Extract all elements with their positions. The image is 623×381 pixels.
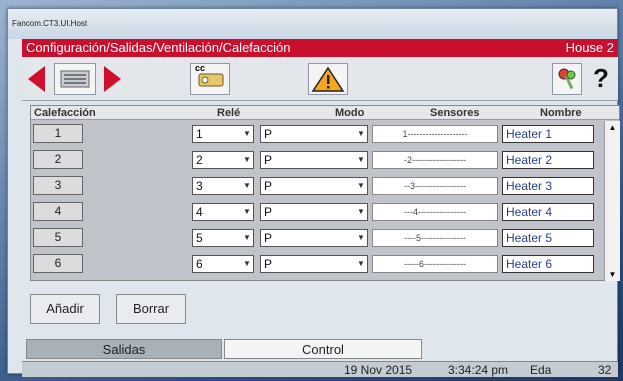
sensores-field[interactable]: 1-------------------- xyxy=(372,125,498,143)
table-row: 4 4 ▼ P ▼ ---4---------------- Heater 4 xyxy=(32,200,601,222)
chevron-down-icon: ▼ xyxy=(243,259,251,268)
col-calefaccion: Calefacción xyxy=(34,107,96,119)
heater-number-button[interactable]: 6 xyxy=(33,254,83,273)
nombre-field[interactable]: Heater 1 xyxy=(502,125,594,143)
scroll-down-icon[interactable]: ▼ xyxy=(605,270,620,279)
rele-select[interactable]: 2 ▼ xyxy=(192,151,254,169)
nombre-field[interactable]: Heater 2 xyxy=(502,151,594,169)
list-icon xyxy=(60,70,90,88)
rele-value: 6 xyxy=(196,257,203,271)
cc-button[interactable]: cc xyxy=(190,63,230,95)
chevron-down-icon: ▼ xyxy=(243,155,251,164)
modo-select[interactable]: P ▼ xyxy=(260,229,368,247)
modo-value: P xyxy=(264,127,273,141)
chevron-down-icon: ▼ xyxy=(243,181,251,190)
next-arrow-icon[interactable] xyxy=(100,65,124,93)
modo-select[interactable]: P ▼ xyxy=(260,255,368,273)
heater-table: Calefacción Relé Modo Sensores Nombre 1 … xyxy=(30,105,620,281)
status-date: 19 Nov 2015 xyxy=(344,363,413,377)
scroll-up-icon[interactable]: ▲ xyxy=(605,123,620,132)
alarm-button[interactable] xyxy=(308,63,348,95)
vertical-scrollbar[interactable]: ▲ ▼ xyxy=(604,121,620,281)
modo-select[interactable]: P ▼ xyxy=(260,177,368,195)
nombre-field[interactable]: Heater 4 xyxy=(502,203,594,221)
chevron-down-icon: ▼ xyxy=(243,207,251,216)
table-row: 1 1 ▼ P ▼ 1-------------------- Heater 1 xyxy=(32,122,601,144)
help-icon[interactable]: ? xyxy=(588,63,614,95)
tab-salidas[interactable]: Salidas xyxy=(26,339,222,359)
window-title: Fancom.CT3.UI.Host xyxy=(8,9,617,39)
list-view-button[interactable] xyxy=(54,63,96,95)
chevron-down-icon: ▼ xyxy=(357,129,365,138)
sensores-field[interactable]: -----6-------------- xyxy=(372,255,498,273)
status-bar: 19 Nov 2015 3:34:24 pm Eda 32 xyxy=(22,361,618,377)
col-modo: Modo xyxy=(335,107,365,119)
modo-value: P xyxy=(264,205,273,219)
heater-number-button[interactable]: 1 xyxy=(33,124,83,143)
table-row: 3 3 ▼ P ▼ --3----------------- Heater 3 xyxy=(32,174,601,196)
status-user: Eda xyxy=(530,363,552,377)
sensores-field[interactable]: ----5--------------- xyxy=(372,229,498,247)
table-row: 5 5 ▼ P ▼ ----5--------------- Heater 5 xyxy=(32,226,601,248)
toolbar: cc ? xyxy=(22,57,618,101)
modo-value: P xyxy=(264,231,273,245)
warning-icon xyxy=(311,66,345,92)
chevron-down-icon: ▼ xyxy=(357,181,365,190)
heater-number-button[interactable]: 5 xyxy=(33,228,83,247)
add-button[interactable]: Añadir xyxy=(30,294,100,324)
rele-value: 3 xyxy=(196,179,203,193)
status-number: 32 xyxy=(598,363,612,377)
tab-control[interactable]: Control xyxy=(224,339,422,359)
sensores-field[interactable]: ---4---------------- xyxy=(372,203,498,221)
col-sensores: Sensores xyxy=(430,107,480,119)
page-title: Configuración/Salidas/Ventilación/Calefa… xyxy=(26,40,291,55)
rele-select[interactable]: 6 ▼ xyxy=(192,255,254,273)
heater-number-button[interactable]: 4 xyxy=(33,202,83,221)
table-header: Calefacción Relé Modo Sensores Nombre xyxy=(31,106,619,120)
chevron-down-icon: ▼ xyxy=(243,233,251,242)
table-row: 2 2 ▼ P ▼ -2------------------ Heater 2 xyxy=(32,148,601,170)
heater-number-button[interactable]: 2 xyxy=(33,150,83,169)
col-rele: Relé xyxy=(217,107,241,119)
sensores-field[interactable]: -2------------------ xyxy=(372,151,498,169)
status-time: 3:34:24 pm xyxy=(448,363,509,377)
modo-select[interactable]: P ▼ xyxy=(260,151,368,169)
cc-label: cc xyxy=(195,63,206,73)
breadcrumb: Configuración/Salidas/Ventilación/Calefa… xyxy=(22,39,618,57)
chevron-down-icon: ▼ xyxy=(357,259,365,268)
rele-select[interactable]: 1 ▼ xyxy=(192,125,254,143)
modo-select[interactable]: P ▼ xyxy=(260,125,368,143)
nombre-field[interactable]: Heater 5 xyxy=(502,229,594,247)
table-row: 6 6 ▼ P ▼ -----6-------------- Heater 6 xyxy=(32,252,601,274)
rele-value: 2 xyxy=(196,153,203,167)
chevron-down-icon: ▼ xyxy=(243,129,251,138)
nombre-field[interactable]: Heater 6 xyxy=(502,255,594,273)
chevron-down-icon: ▼ xyxy=(357,207,365,216)
modo-value: P xyxy=(264,153,273,167)
sensores-field[interactable]: --3----------------- xyxy=(372,177,498,195)
rele-value: 5 xyxy=(196,231,203,245)
col-nombre: Nombre xyxy=(540,107,582,119)
chevron-down-icon: ▼ xyxy=(357,155,365,164)
app-window: Fancom.CT3.UI.Host Configuración/Salidas… xyxy=(7,8,620,377)
modo-value: P xyxy=(264,179,273,193)
rele-select[interactable]: 3 ▼ xyxy=(192,177,254,195)
rele-select[interactable]: 4 ▼ xyxy=(192,203,254,221)
keys-icon xyxy=(558,68,576,90)
previous-arrow-icon[interactable] xyxy=(26,65,50,93)
delete-button[interactable]: Borrar xyxy=(116,294,186,324)
chevron-down-icon: ▼ xyxy=(357,233,365,242)
rele-select[interactable]: 5 ▼ xyxy=(192,229,254,247)
heater-number-button[interactable]: 3 xyxy=(33,176,83,195)
modo-value: P xyxy=(264,257,273,271)
rele-value: 1 xyxy=(196,127,203,141)
modo-select[interactable]: P ▼ xyxy=(260,203,368,221)
rele-value: 4 xyxy=(196,205,203,219)
settings-button[interactable] xyxy=(552,63,582,95)
nombre-field[interactable]: Heater 3 xyxy=(502,177,594,195)
house-label: House 2 xyxy=(565,40,614,55)
